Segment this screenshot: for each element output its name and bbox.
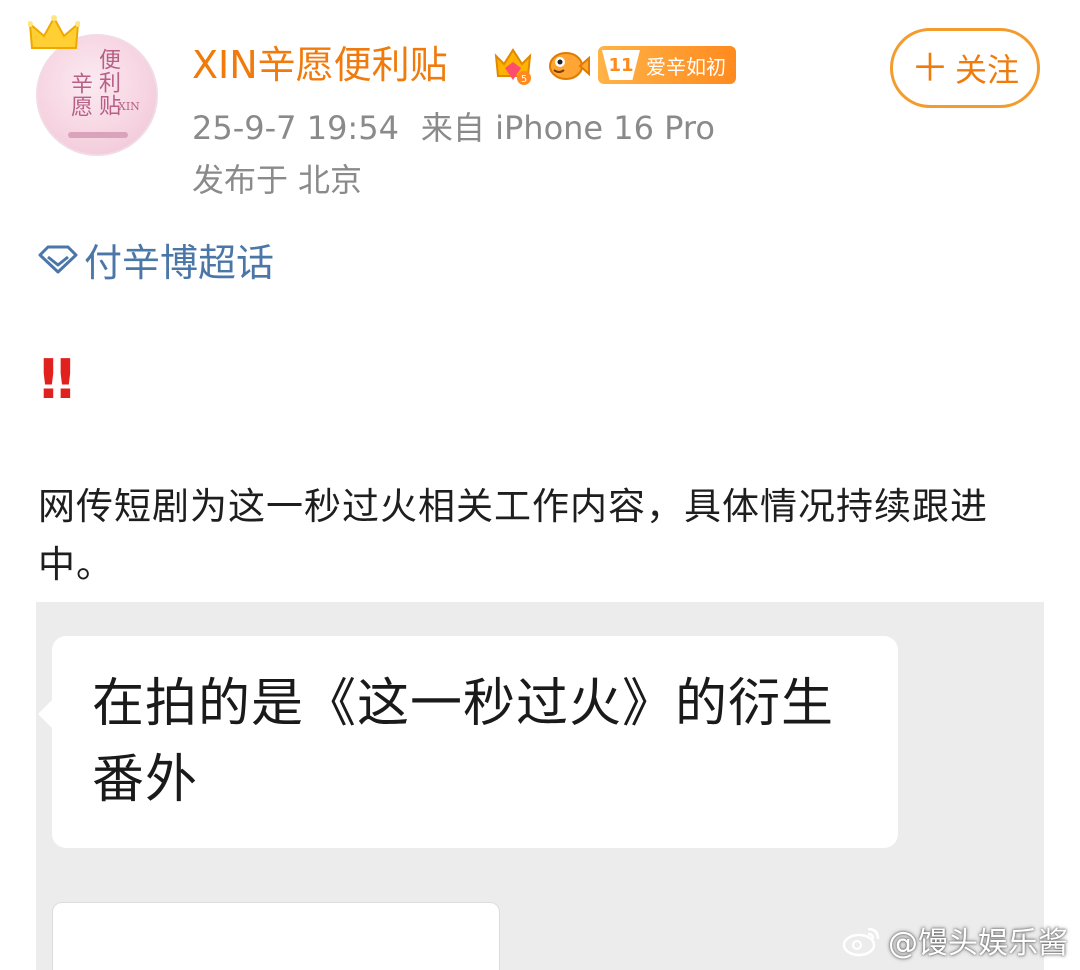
avatar-text-line2: 辛愿: [67, 72, 92, 118]
diamond-icon: [38, 245, 78, 274]
post-timestamp: 25-9-7 19:54: [192, 109, 399, 147]
post-source: 来自 iPhone 16 Pro: [420, 109, 715, 147]
topic-label: 付辛博超话: [84, 240, 275, 285]
follow-label: 关注: [955, 51, 1020, 89]
double-exclamation-icon: ‼: [40, 348, 74, 411]
avatar-decoration: [68, 132, 128, 138]
watermark-text: @馒头娱乐酱: [888, 926, 1068, 961]
vip-crown-badge-icon[interactable]: 5: [490, 42, 536, 88]
chat-message: 在拍的是《这一秒过火》的衍生番外: [92, 674, 835, 810]
location-prefix: 发布于: [192, 161, 289, 199]
weibo-logo-icon: [842, 927, 880, 957]
post-text: 网传短剧为这一秒过火相关工作内容，具体情况持续跟进中。: [38, 485, 988, 586]
post-location: 发布于 北京: [192, 158, 362, 202]
fan-badge[interactable]: 11 爱辛如初: [598, 46, 736, 84]
chat-bubble-partial: [52, 902, 500, 970]
follow-button[interactable]: ＋ 关注: [890, 28, 1040, 108]
avatar-subtext: XIN: [118, 100, 140, 113]
plus-icon: ＋: [910, 46, 949, 90]
user-avatar[interactable]: 便利贴 辛愿 XIN: [28, 14, 168, 156]
location-name: 北京: [298, 161, 363, 199]
fan-badge-label: 爱辛如初: [646, 54, 726, 79]
topic-link[interactable]: 付辛博超话: [38, 234, 275, 285]
post-meta: 25-9-7 19:54 来自 iPhone 16 Pro: [192, 106, 715, 150]
svg-text:5: 5: [521, 74, 527, 85]
crown-icon: [28, 15, 80, 49]
user-badges: 5 11 爱辛如初: [490, 40, 736, 90]
watermark: @馒头娱乐酱: [842, 918, 1068, 962]
post-image[interactable]: 在拍的是《这一秒过火》的衍生番外: [36, 602, 1044, 970]
chat-bubble: 在拍的是《这一秒过火》的衍生番外: [38, 636, 898, 848]
fan-level: 11: [602, 50, 640, 80]
username[interactable]: XIN辛愿便利贴: [192, 40, 448, 90]
avatar-text-line1: 便利贴: [95, 48, 120, 117]
fish-badge-icon[interactable]: [544, 42, 590, 88]
